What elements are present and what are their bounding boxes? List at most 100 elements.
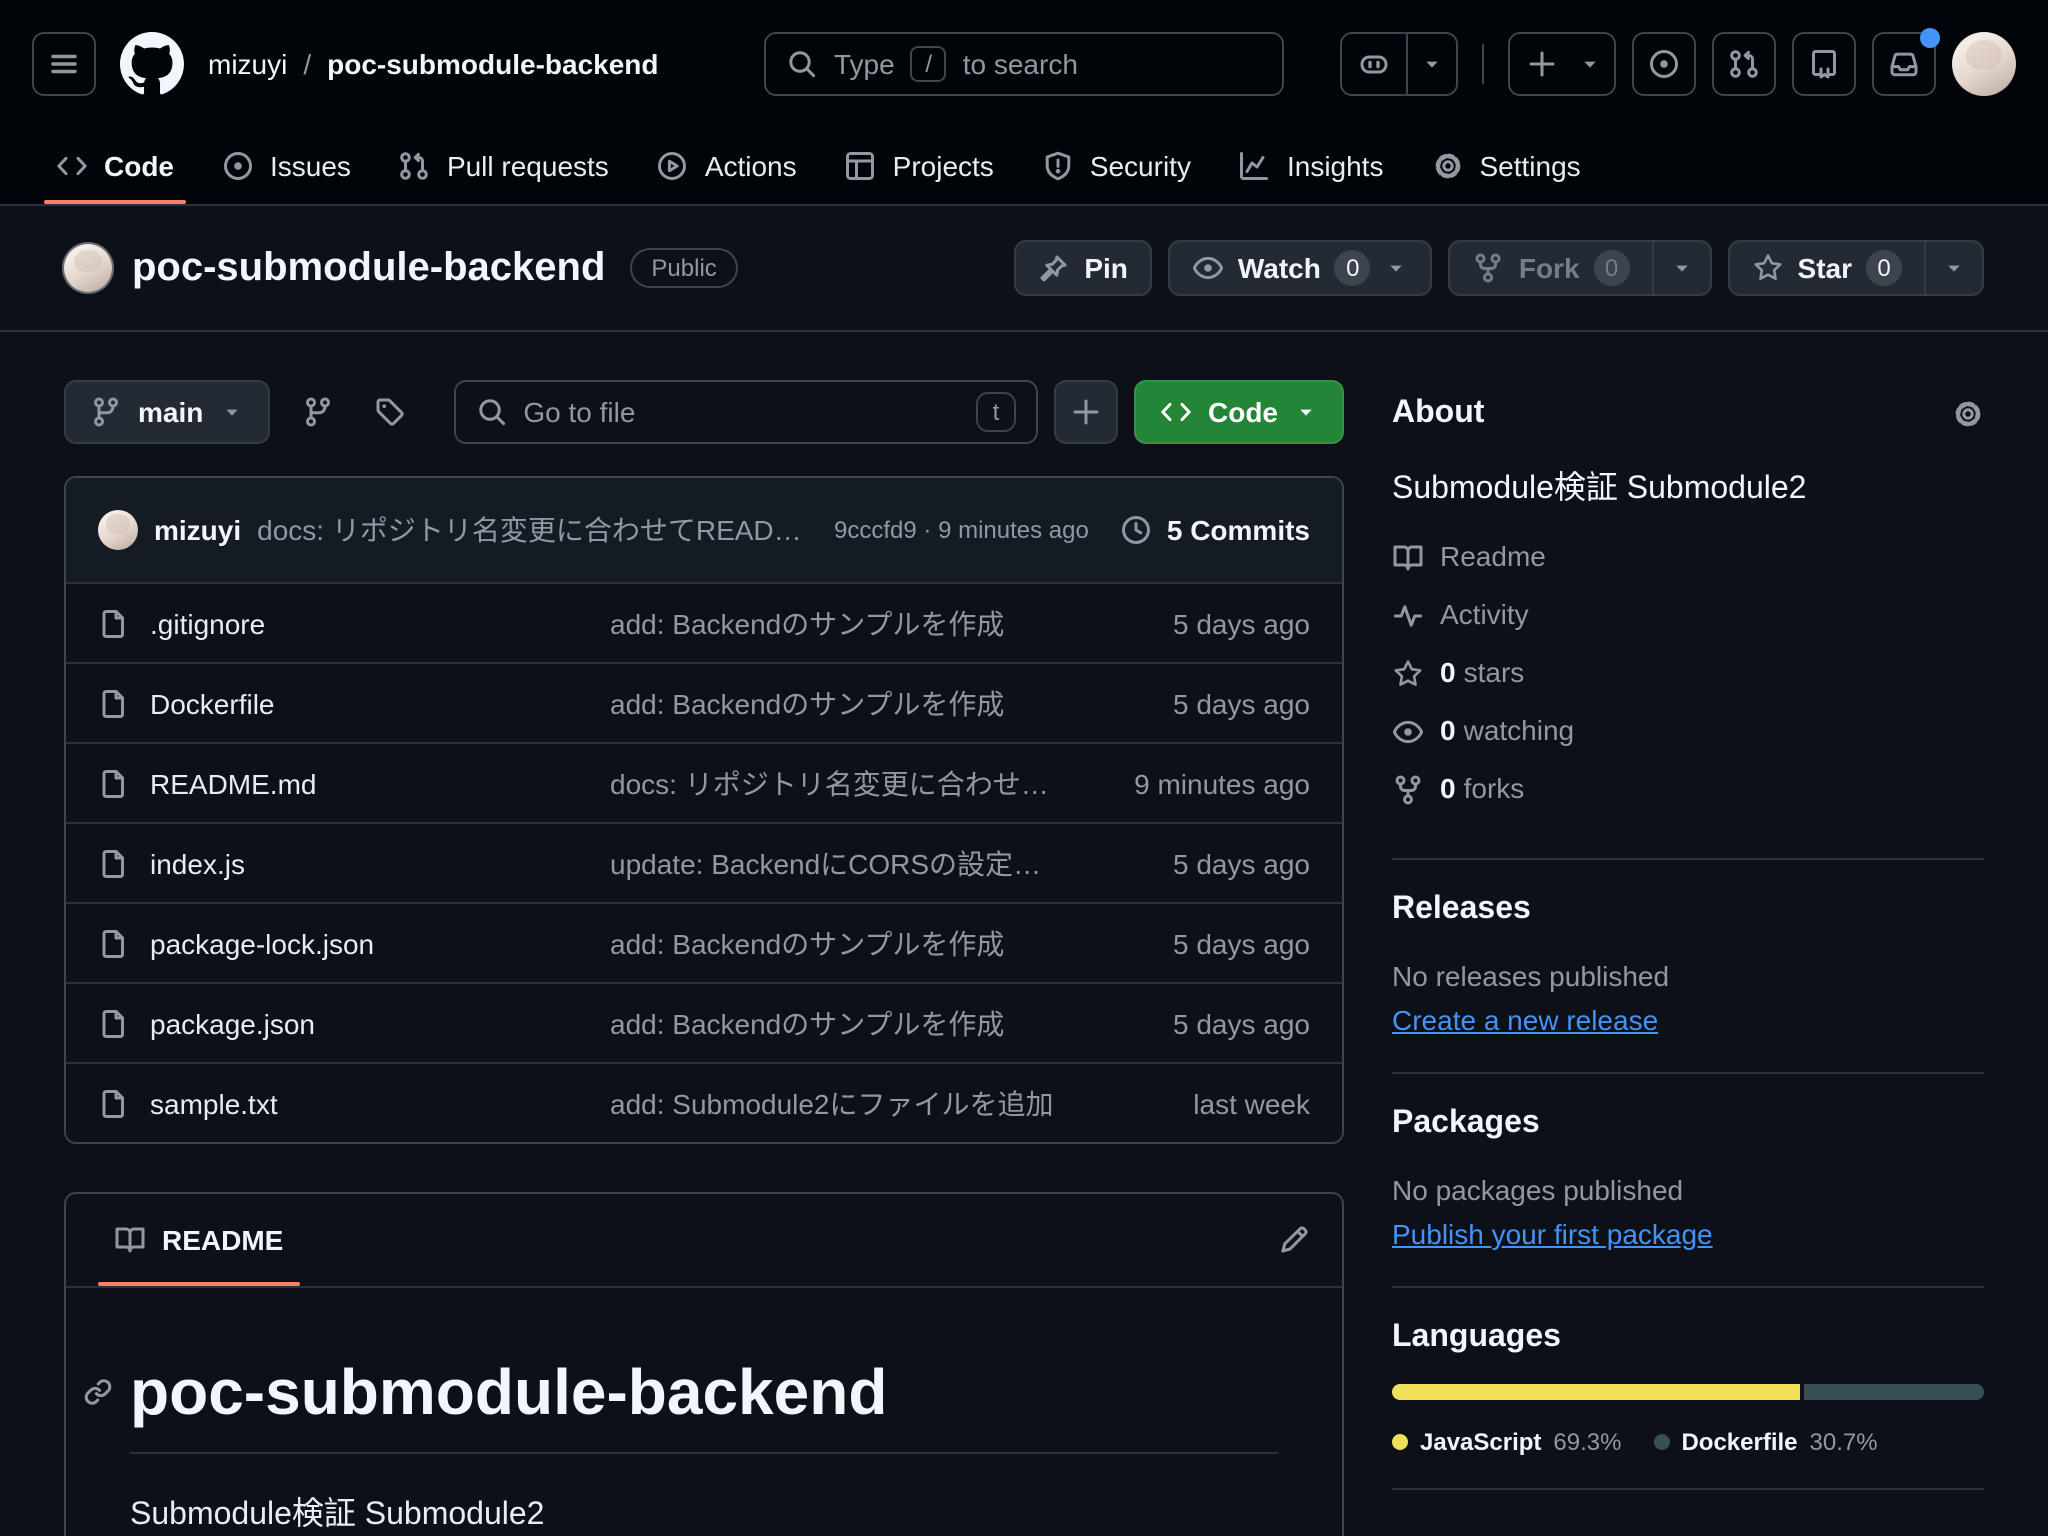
sidebar-item-activity[interactable]: Activity <box>1392 594 1984 636</box>
repositories-button[interactable] <box>1792 32 1856 96</box>
caret-down-icon <box>1578 52 1602 76</box>
file-row[interactable]: Dockerfile add: Backendのサンプルを作成 5 days a… <box>66 662 1342 742</box>
file-toolbar: main Go to file t <box>64 380 1344 444</box>
edit-about-button[interactable] <box>1952 398 1984 430</box>
file-commit-message[interactable]: update: BackendにCORSの設定を… <box>610 843 1058 883</box>
tab-security[interactable]: Security <box>1018 128 1215 204</box>
commit-author[interactable]: mizuyi <box>154 514 241 546</box>
copilot-button[interactable] <box>1340 32 1458 96</box>
branches-link[interactable] <box>285 380 349 444</box>
star-caret[interactable] <box>1924 242 1982 294</box>
sidebar-item-watching[interactable]: 0 watching <box>1392 710 1984 752</box>
file-commit-message[interactable]: add: Backendのサンプルを作成 <box>610 603 1058 643</box>
breadcrumb-repo[interactable]: poc-submodule-backend <box>327 48 658 80</box>
file-row[interactable]: .gitignore add: Backendのサンプルを作成 5 days a… <box>66 582 1342 662</box>
create-new-button[interactable] <box>1508 32 1616 96</box>
repo-title[interactable]: poc-submodule-backend <box>132 245 605 291</box>
breadcrumb-owner[interactable]: mizuyi <box>208 48 287 80</box>
tab-code[interactable]: Code <box>32 128 198 204</box>
file-name-link[interactable]: sample.txt <box>98 1087 578 1119</box>
commit-message[interactable]: docs: リポジトリ名変更に合わせてREADMEを… <box>257 510 818 550</box>
add-file-button[interactable] <box>1054 380 1118 444</box>
repo-owner-avatar[interactable] <box>64 244 112 292</box>
file-commit-message[interactable]: add: Backendのサンプルを作成 <box>610 1003 1058 1043</box>
language-legend-item[interactable]: Dockerfile30.7% <box>1653 1428 1877 1456</box>
eye-icon <box>1192 252 1224 284</box>
caret-down-icon <box>219 400 243 424</box>
issue-opened-icon <box>1648 48 1680 80</box>
pin-icon <box>1038 252 1070 284</box>
file-icon <box>98 687 130 719</box>
pull-request-icon <box>1728 48 1760 80</box>
create-release-link[interactable]: Create a new release <box>1392 1004 1658 1036</box>
file-row[interactable]: package-lock.json add: Backendのサンプルを作成 5… <box>66 902 1342 982</box>
pin-button[interactable]: Pin <box>1014 240 1152 296</box>
file-name-link[interactable]: package.json <box>98 1007 578 1039</box>
file-commit-message[interactable]: add: Submodule2にファイルを追加 <box>610 1083 1058 1123</box>
inbox-icon <box>1888 48 1920 80</box>
branch-icon <box>90 396 122 428</box>
tab-insights[interactable]: Insights <box>1215 128 1408 204</box>
edit-readme-button[interactable] <box>1262 1208 1326 1272</box>
github-logo[interactable] <box>120 32 184 96</box>
language-dot <box>1653 1434 1669 1450</box>
search-placeholder-suffix: to search <box>963 48 1078 80</box>
star-button[interactable]: Star 0 <box>1728 240 1984 296</box>
issues-button[interactable] <box>1632 32 1696 96</box>
language-segment[interactable] <box>1804 1384 1985 1400</box>
copilot-icon <box>1358 48 1390 80</box>
file-row[interactable]: sample.txt add: Submodule2にファイルを追加 last … <box>66 1062 1342 1142</box>
graph-icon <box>1239 150 1271 182</box>
go-to-file-input[interactable]: Go to file t <box>453 380 1038 444</box>
hamburger-button[interactable] <box>32 32 96 96</box>
file-commit-date: 9 minutes ago <box>1090 767 1310 799</box>
commit-author-avatar[interactable] <box>98 510 138 550</box>
link-icon[interactable] <box>82 1376 114 1408</box>
global-search-input[interactable]: Type / to search <box>764 32 1284 96</box>
user-avatar[interactable] <box>1952 32 2016 96</box>
tab-actions[interactable]: Actions <box>633 128 821 204</box>
file-name-link[interactable]: README.md <box>98 767 578 799</box>
sidebar-item-stars[interactable]: 0 stars <box>1392 652 1984 694</box>
file-commit-message[interactable]: add: Backendのサンプルを作成 <box>610 923 1058 963</box>
caret-down-icon <box>1294 400 1318 424</box>
fork-caret[interactable] <box>1652 242 1710 294</box>
tab-projects[interactable]: Projects <box>821 128 1018 204</box>
slash-key-hint: / <box>911 46 947 82</box>
language-segment[interactable] <box>1392 1384 1800 1400</box>
file-name-link[interactable]: package-lock.json <box>98 927 578 959</box>
language-percent: 69.3% <box>1553 1428 1621 1456</box>
file-icon <box>98 767 130 799</box>
file-row[interactable]: package.json add: Backendのサンプルを作成 5 days… <box>66 982 1342 1062</box>
sidebar-item-readme[interactable]: Readme <box>1392 536 1984 578</box>
file-commit-message[interactable]: add: Backendのサンプルを作成 <box>610 683 1058 723</box>
sidebar: About Submodule検証 Submodule2 Readme Acti… <box>1392 380 1984 1536</box>
file-commit-message[interactable]: docs: リポジトリ名変更に合わせて… <box>610 763 1058 803</box>
eye-icon <box>1392 715 1424 747</box>
main-column: main Go to file t <box>64 380 1344 1536</box>
code-dropdown-button[interactable]: Code <box>1134 380 1344 444</box>
readme-tab[interactable]: README <box>98 1194 299 1286</box>
branch-selector[interactable]: main <box>64 380 269 444</box>
tab-issues[interactable]: Issues <box>198 128 375 204</box>
sidebar-item-forks[interactable]: 0 forks <box>1392 768 1984 810</box>
readme-header: README <box>66 1194 1342 1288</box>
pull-requests-button[interactable] <box>1712 32 1776 96</box>
code-icon <box>1160 396 1192 428</box>
file-name-link[interactable]: index.js <box>98 847 578 879</box>
tab-pull-requests[interactable]: Pull requests <box>375 128 633 204</box>
nav-divider <box>1482 44 1484 84</box>
file-row[interactable]: index.js update: BackendにCORSの設定を… 5 day… <box>66 822 1342 902</box>
latest-commit-bar[interactable]: mizuyi docs: リポジトリ名変更に合わせてREADMEを… 9cccf… <box>66 478 1342 582</box>
file-name-link[interactable]: .gitignore <box>98 607 578 639</box>
notifications-button[interactable] <box>1872 32 1936 96</box>
fork-button[interactable]: Fork 0 <box>1449 240 1712 296</box>
watch-button[interactable]: Watch 0 <box>1168 240 1433 296</box>
tab-settings[interactable]: Settings <box>1407 128 1604 204</box>
tags-link[interactable] <box>357 380 421 444</box>
file-name-link[interactable]: Dockerfile <box>98 687 578 719</box>
publish-package-link[interactable]: Publish your first package <box>1392 1218 1713 1250</box>
file-row[interactable]: README.md docs: リポジトリ名変更に合わせて… 9 minutes… <box>66 742 1342 822</box>
commit-history-link[interactable]: 5 Commits <box>1121 514 1310 546</box>
language-legend-item[interactable]: JavaScript69.3% <box>1392 1428 1621 1456</box>
